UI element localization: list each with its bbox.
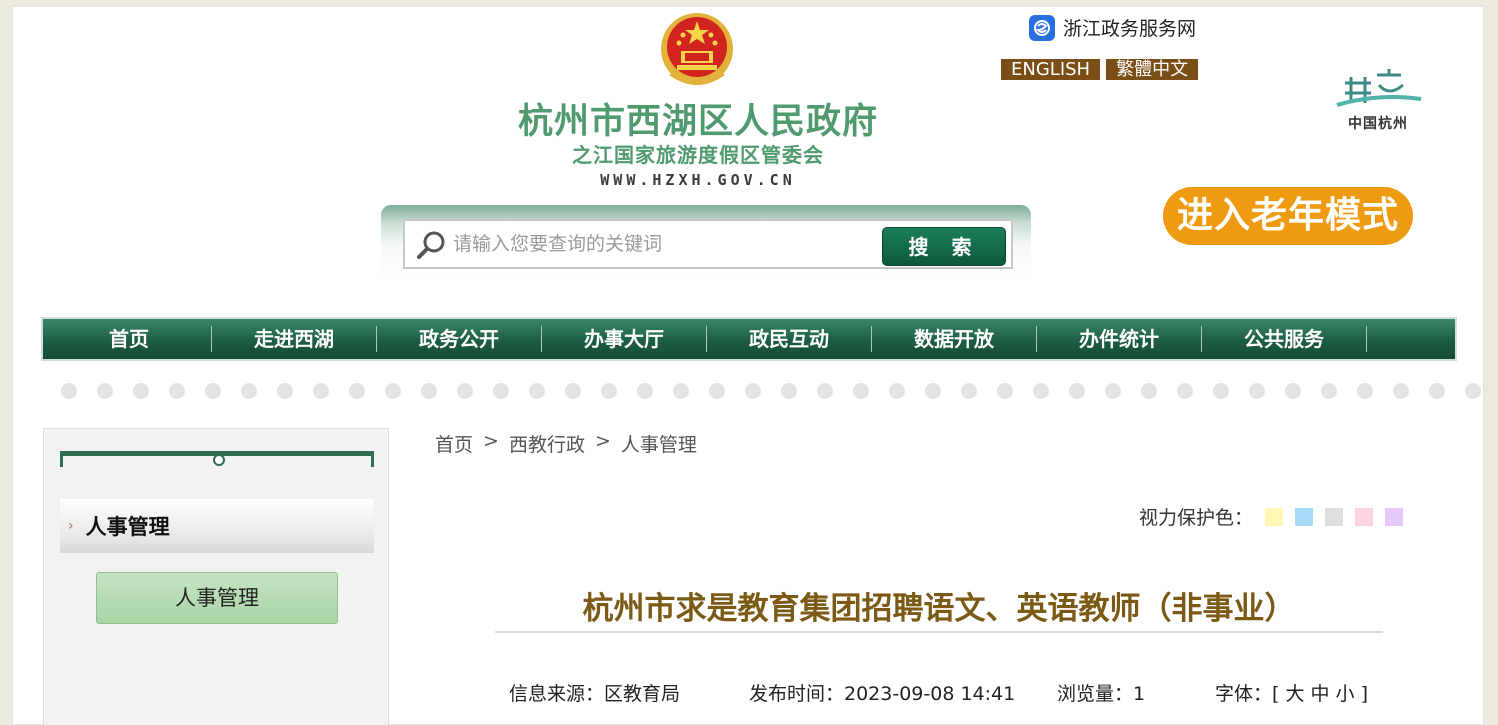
breadcrumb: 首页 > 西教行政 > 人事管理: [435, 430, 697, 457]
article-published: 发布时间：2023-09-08 14:41: [749, 683, 1016, 705]
hangzhou-logo-icon: [1336, 69, 1422, 107]
nav-public-service[interactable]: 公共服务: [1202, 326, 1367, 352]
font-size-control[interactable]: 字体：[ 大 中 小 ]: [1215, 679, 1368, 706]
vision-swatch-pink[interactable]: [1355, 507, 1374, 526]
search-input[interactable]: [453, 229, 873, 259]
vision-swatch-purple[interactable]: [1385, 507, 1404, 526]
nav-gov-affairs[interactable]: 政务公开: [377, 326, 542, 352]
dot-divider: [61, 383, 1481, 399]
vision-swatch-gray[interactable]: [1325, 507, 1344, 526]
nav-about-xihu[interactable]: 走进西湖: [212, 326, 377, 352]
sidebar-item-hr[interactable]: 人事管理: [96, 572, 338, 624]
china-hangzhou-logo[interactable]: 中国杭州: [1331, 63, 1425, 133]
article-meta: 信息来源：区教育局 发布时间：2023-09-08 14:41 浏览量：1 字体…: [509, 679, 1389, 706]
breadcrumb-hr[interactable]: 人事管理: [621, 430, 697, 457]
hangzhou-logo-label: 中国杭州: [1348, 116, 1408, 132]
title-divider: [495, 631, 1383, 633]
vision-swatch-blue[interactable]: [1295, 507, 1314, 526]
search-icon: [417, 231, 445, 259]
breadcrumb-separator: >: [594, 430, 611, 452]
breadcrumb-xijiao[interactable]: 西教行政: [509, 430, 585, 457]
zhejiang-service-label: 浙江政务服务网: [1063, 18, 1197, 40]
vision-protection: 视力保护色：: [1139, 503, 1404, 530]
traditional-chinese-button[interactable]: 繁體中文: [1106, 59, 1199, 80]
sidebar-title: 人事管理: [85, 515, 170, 539]
vision-swatch-yellow[interactable]: [1265, 507, 1284, 526]
sidebar: › 人事管理 人事管理: [43, 428, 389, 725]
article-views: 浏览量：1: [1057, 683, 1146, 705]
site-title: 杭州市西湖区人民政府: [518, 102, 879, 142]
breadcrumb-home[interactable]: 首页: [435, 430, 473, 457]
elder-mode-button[interactable]: 进入老年模式: [1163, 187, 1413, 245]
nav-home[interactable]: 首页: [47, 326, 212, 352]
arrow-right-icon: ›: [68, 518, 74, 534]
sidebar-header: › 人事管理: [60, 499, 374, 553]
nav-statistics[interactable]: 办件统计: [1037, 326, 1202, 352]
main-nav: 首页 走进西湖 政务公开 办事大厅 政民互动 数据开放 办件统计 公共服务: [41, 317, 1457, 361]
vision-label: 视力保护色：: [1139, 507, 1254, 529]
page: 杭州市西湖区人民政府 之江国家旅游度假区管委会 WWW.HZXH.GOV.CN …: [12, 6, 1484, 725]
site-url: WWW.HZXH.GOV.CN: [600, 171, 796, 189]
article-title: 杭州市求是教育集团招聘语文、英语教师（非事业）: [582, 591, 1296, 627]
zhejiang-service-icon: [1029, 14, 1055, 41]
nav-open-data[interactable]: 数据开放: [872, 326, 1037, 352]
language-bar: ENGLISH 繁體中文: [1001, 59, 1199, 80]
search-box: 搜 索: [403, 219, 1013, 269]
english-button[interactable]: ENGLISH: [1001, 59, 1101, 80]
nav-interaction[interactable]: 政民互动: [707, 326, 872, 352]
article-source: 信息来源：区教育局: [509, 683, 681, 705]
site-subtitle: 之江国家旅游度假区管委会: [572, 143, 824, 167]
zhejiang-service-link[interactable]: 浙江政务服务网: [1029, 14, 1196, 41]
breadcrumb-separator: >: [483, 430, 499, 452]
nav-service-hall[interactable]: 办事大厅: [542, 326, 707, 352]
sidebar-ornament: [60, 451, 374, 467]
national-emblem-icon: [661, 13, 733, 85]
search-button[interactable]: 搜 索: [882, 227, 1006, 266]
